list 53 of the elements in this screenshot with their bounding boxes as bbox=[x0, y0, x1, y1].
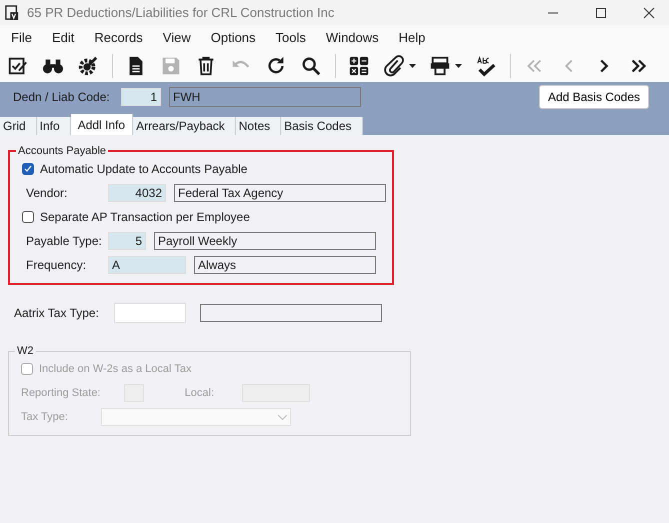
field-label: Local: bbox=[184, 387, 214, 399]
printer-icon[interactable] bbox=[429, 55, 451, 77]
payable-type-code-field[interactable]: 5 bbox=[108, 232, 146, 250]
caret-icon[interactable] bbox=[455, 64, 462, 68]
tab[interactable]: Info bbox=[36, 117, 71, 135]
window-title: 65 PR Deductions/Liabilities for CRL Construction Inc bbox=[27, 5, 334, 20]
menu-item[interactable]: Edit bbox=[52, 30, 74, 45]
description-field: FWH bbox=[169, 87, 361, 107]
code-field[interactable]: 1 bbox=[121, 88, 161, 106]
spellcheck-icon[interactable] bbox=[475, 55, 497, 77]
group-title: W2 bbox=[16, 345, 34, 357]
close-icon[interactable] bbox=[643, 6, 655, 18]
frequency-name-field: Always bbox=[194, 256, 376, 274]
checkbox-label: Include on W-2s as a Local Tax bbox=[39, 363, 192, 375]
tab[interactable]: Arrears/Payback bbox=[133, 117, 236, 135]
field-label: Aatrix Tax Type: bbox=[14, 306, 100, 320]
aatrix-tax-type-field[interactable] bbox=[114, 303, 186, 323]
tab[interactable]: Addl Info bbox=[70, 114, 134, 135]
maximize-icon[interactable] bbox=[595, 6, 607, 18]
field-label: Frequency: bbox=[25, 258, 88, 272]
app-icon bbox=[5, 4, 19, 20]
field-label: Reporting State: bbox=[21, 387, 102, 399]
tab[interactable]: Basis Codes bbox=[281, 117, 362, 135]
add-basis-codes-button[interactable]: Add Basis Codes bbox=[538, 85, 649, 109]
menu-item[interactable]: View bbox=[162, 30, 191, 45]
menu-item[interactable]: Options bbox=[210, 30, 256, 45]
vendor-code-field[interactable]: 4032 bbox=[108, 184, 166, 202]
search-icon[interactable] bbox=[300, 55, 322, 77]
field-label: Tax Type: bbox=[21, 411, 69, 423]
menu-item[interactable]: Windows bbox=[326, 30, 379, 45]
gear-icon[interactable] bbox=[77, 55, 99, 77]
tab[interactable]: Notes bbox=[236, 117, 282, 135]
caret-icon[interactable] bbox=[409, 64, 416, 68]
calculator-icon[interactable] bbox=[348, 55, 370, 77]
checkbox-label: Automatic Update to Accounts Payable bbox=[40, 162, 248, 176]
frequency-code-field[interactable]: A bbox=[108, 256, 186, 274]
checkbox[interactable] bbox=[22, 163, 34, 175]
payable-type-name-field: Payroll Weekly bbox=[154, 232, 376, 250]
paperclip-icon[interactable] bbox=[383, 55, 405, 77]
group-title: Accounts Payable bbox=[17, 145, 108, 157]
chevron-down-icon bbox=[278, 414, 287, 420]
field-label: Payable Type: bbox=[25, 234, 100, 248]
menu-item[interactable]: File bbox=[11, 30, 32, 45]
tab[interactable]: Grid bbox=[0, 117, 37, 135]
menu-item[interactable]: Records bbox=[94, 30, 143, 45]
checkbox[interactable] bbox=[22, 211, 34, 223]
menu-item[interactable]: Tools bbox=[276, 30, 306, 45]
field-label: Dedn / Liab Code: bbox=[13, 90, 111, 104]
checkbox-label: Separate AP Transaction per Employee bbox=[40, 210, 250, 224]
field-label: Vendor: bbox=[25, 186, 68, 200]
vendor-name-field: Federal Tax Agency bbox=[174, 184, 386, 202]
menu-item[interactable]: Help bbox=[398, 30, 426, 45]
checklist-icon[interactable] bbox=[7, 55, 29, 77]
